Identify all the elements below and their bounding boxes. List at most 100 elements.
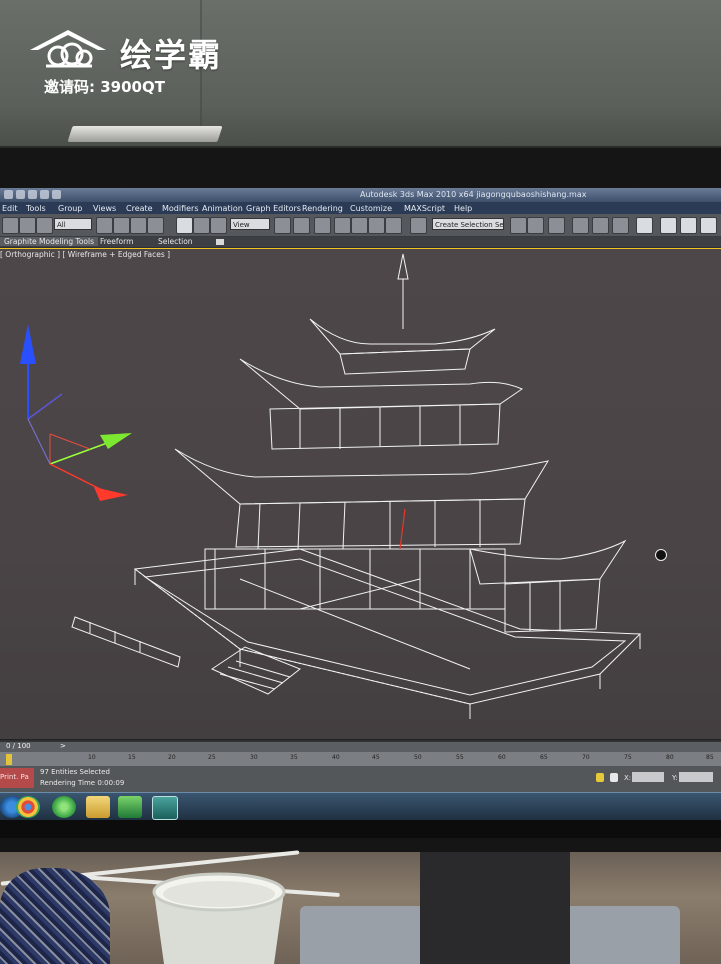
- menu-graph-editors[interactable]: Graph Editors: [246, 203, 301, 213]
- quick-access-toolbar: [4, 190, 94, 200]
- lock-selection-icon[interactable]: [596, 773, 604, 782]
- spinner-snap-icon[interactable]: [385, 217, 402, 234]
- menu-bar: Edit Tools Group Views Create Modifiers …: [0, 202, 721, 214]
- ribbon-tabs: Graphite Modeling Tools Freeform Selecti…: [0, 237, 721, 247]
- render-setup-icon[interactable]: [660, 217, 677, 234]
- tab-selection[interactable]: Selection: [158, 237, 193, 246]
- menu-maxscript[interactable]: MAXScript: [404, 203, 445, 213]
- tick-label: 40: [332, 754, 340, 761]
- tick-label: 60: [498, 754, 506, 761]
- cloth-bag: [0, 868, 110, 964]
- pagoda-wireframe-model[interactable]: [0, 249, 721, 739]
- mirror-icon[interactable]: [510, 217, 527, 234]
- percent-snap-icon[interactable]: [368, 217, 385, 234]
- tick-label: 50: [414, 754, 422, 761]
- window-title-bar[interactable]: Autodesk 3ds Max 2010 x64 jiagongqubaosh…: [0, 188, 721, 202]
- next-frame-icon[interactable]: >: [60, 742, 66, 750]
- move-icon[interactable]: [176, 217, 193, 234]
- selection-region-icon[interactable]: [130, 217, 147, 234]
- time-slider-handle[interactable]: [6, 754, 12, 765]
- track-bar[interactable]: 10 15 20 25 30 35 40 45 50 55 60 65 70 7…: [0, 752, 721, 766]
- select-object-icon[interactable]: [96, 217, 113, 234]
- selection-filter-dropdown[interactable]: All: [54, 218, 92, 230]
- align-icon[interactable]: [527, 217, 544, 234]
- undo-icon[interactable]: [40, 190, 49, 199]
- coord-y-field[interactable]: [679, 772, 713, 782]
- save-icon[interactable]: [28, 190, 37, 199]
- angle-snap-icon[interactable]: [351, 217, 368, 234]
- rotate-icon[interactable]: [193, 217, 210, 234]
- tab-graphite-modeling-tools[interactable]: Graphite Modeling Tools: [0, 237, 99, 246]
- keyboard-shortcut-icon[interactable]: [314, 217, 331, 234]
- layer-manager-icon[interactable]: [548, 217, 565, 234]
- tick-label: 10: [88, 754, 96, 761]
- time-slider[interactable]: 0 / 100 >: [0, 741, 721, 752]
- screen-bottom-edge: [0, 820, 721, 838]
- selection-status: 97 Entities Selected: [40, 768, 110, 776]
- 3ds-max-icon[interactable]: [152, 796, 178, 820]
- pagoda-lines: [71, 253, 642, 719]
- curve-editor-icon[interactable]: [592, 217, 609, 234]
- scale-icon[interactable]: [210, 217, 227, 234]
- menu-customize[interactable]: Customize: [350, 203, 392, 213]
- watermark: 绘学霸 邀请码: 3900QT: [28, 28, 248, 98]
- open-file-icon[interactable]: [16, 190, 25, 199]
- tick-label: 55: [456, 754, 464, 761]
- redo-icon[interactable]: [52, 190, 61, 199]
- photo-app-icon[interactable]: [118, 796, 142, 818]
- unlink-icon[interactable]: [19, 217, 36, 234]
- menu-views[interactable]: Views: [93, 203, 116, 213]
- material-editor-icon[interactable]: [636, 217, 653, 234]
- tick-label: 15: [128, 754, 136, 761]
- menu-create[interactable]: Create: [126, 203, 153, 213]
- tab-freeform[interactable]: Freeform: [100, 237, 133, 246]
- maxscript-listener[interactable]: Print. Pa: [0, 768, 34, 788]
- render-production-icon[interactable]: [700, 217, 717, 234]
- menu-tools[interactable]: Tools: [26, 203, 46, 213]
- reference-coordinate-dropdown[interactable]: View: [230, 218, 270, 230]
- snap-toggle-icon[interactable]: [334, 217, 351, 234]
- selected-edge: [399, 508, 406, 550]
- new-file-icon[interactable]: [4, 190, 13, 199]
- globe-app-icon[interactable]: [52, 796, 76, 818]
- coord-x-label: X:: [624, 774, 632, 782]
- menu-modifiers[interactable]: Modifiers: [162, 203, 199, 213]
- perspective-viewport[interactable]: [ Orthographic ] [ Wireframe + Edged Fac…: [0, 248, 721, 740]
- tick-label: 45: [372, 754, 380, 761]
- monitor-bezel: Autodesk 3ds Max 2010 x64 jiagongqubaosh…: [0, 146, 721, 854]
- graphite-toggle-icon[interactable]: [572, 217, 589, 234]
- monitor-screen: Autodesk 3ds Max 2010 x64 jiagongqubaosh…: [0, 188, 721, 838]
- window-title: Autodesk 3ds Max 2010 x64 jiagongqubaosh…: [360, 190, 587, 199]
- absolute-mode-icon[interactable]: [610, 773, 618, 782]
- file-explorer-icon[interactable]: [86, 796, 110, 818]
- schematic-view-icon[interactable]: [612, 217, 629, 234]
- menu-edit[interactable]: Edit: [2, 203, 18, 213]
- select-manipulate-icon[interactable]: [293, 217, 310, 234]
- edit-named-selection-icon[interactable]: [410, 217, 427, 234]
- tick-label: 85: [706, 754, 714, 761]
- windows-taskbar: [0, 792, 721, 821]
- brand-name: 绘学霸: [120, 36, 223, 74]
- menu-animation[interactable]: Animation: [202, 203, 243, 213]
- coord-x-field[interactable]: [632, 772, 664, 782]
- select-by-name-icon[interactable]: [113, 217, 130, 234]
- menu-help[interactable]: Help: [454, 203, 472, 213]
- pivot-center-icon[interactable]: [274, 217, 291, 234]
- mouse-cursor: [655, 549, 667, 561]
- tick-label: 35: [290, 754, 298, 761]
- ribbon-collapse-icon[interactable]: [216, 239, 224, 245]
- tick-label: 20: [168, 754, 176, 761]
- window-crossing-icon[interactable]: [147, 217, 164, 234]
- menu-rendering[interactable]: Rendering: [302, 203, 343, 213]
- bind-spacewarp-icon[interactable]: [36, 217, 53, 234]
- frame-counter: 0 / 100: [6, 742, 31, 750]
- tick-label: 80: [666, 754, 674, 761]
- google-chrome-icon[interactable]: [16, 796, 40, 818]
- coord-y-label: Y:: [672, 774, 678, 782]
- menu-group[interactable]: Group: [58, 203, 82, 213]
- tick-label: 25: [208, 754, 216, 761]
- tick-label: 65: [540, 754, 548, 761]
- link-icon[interactable]: [2, 217, 19, 234]
- rendered-frame-window-icon[interactable]: [680, 217, 697, 234]
- named-selection-set-dropdown[interactable]: Create Selection Set: [432, 218, 504, 230]
